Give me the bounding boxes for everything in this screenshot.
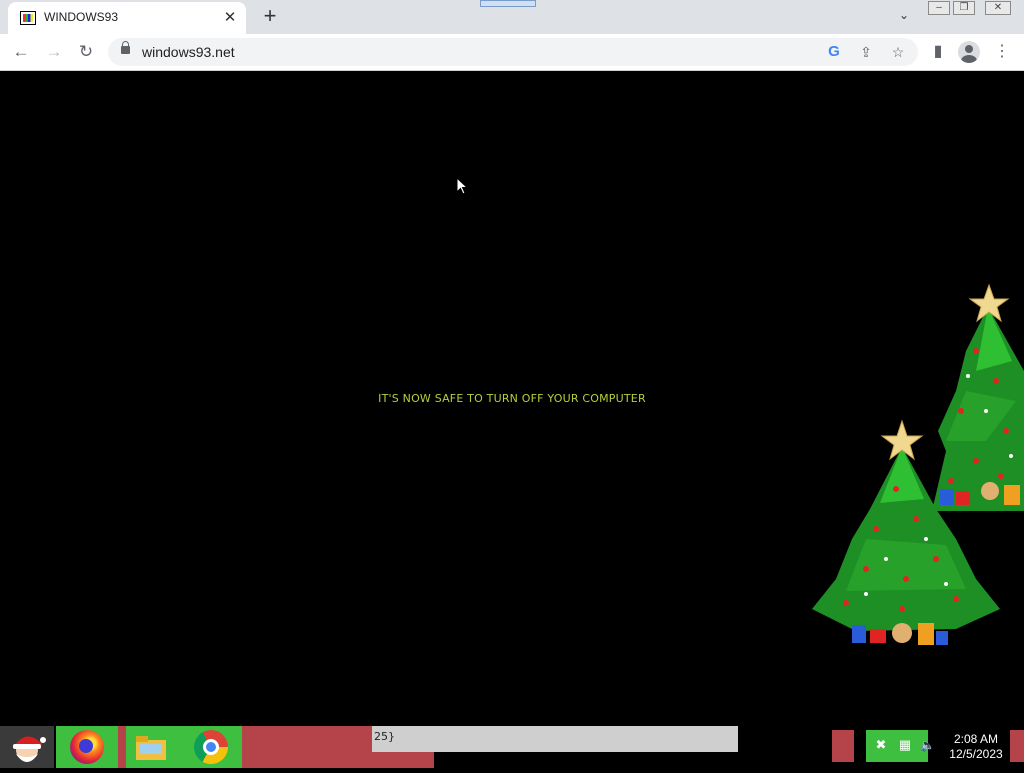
task-slot[interactable] (242, 726, 372, 768)
minimize-icon[interactable]: – (928, 1, 950, 15)
tab-close-icon[interactable]: ✕ (220, 8, 240, 28)
back-icon[interactable]: ← (9, 41, 33, 65)
menu-icon[interactable]: ⋮ (990, 40, 1014, 64)
clock-time[interactable]: 2:08 AM (948, 732, 1004, 746)
google-icon[interactable]: G (824, 42, 844, 62)
clock-date[interactable]: 12/5/2023 (948, 747, 1004, 761)
browser-tab-strip: WINDOWS93 ✕ + ⌄ – ❐ ✕ (0, 0, 1024, 34)
folder-icon[interactable] (134, 732, 168, 762)
forward-icon[interactable]: → (42, 41, 66, 65)
ticker-bar: 25} (372, 726, 738, 752)
mouse-cursor-icon (456, 177, 469, 195)
reload-icon[interactable]: ↻ (74, 41, 98, 65)
taskbar: 25} ✖ ▦ 🔈 2:08 AM 12/5/2023 (0, 726, 1024, 768)
task-separator (118, 726, 126, 768)
profile-icon[interactable] (958, 41, 980, 63)
close-window-icon[interactable]: ✕ (985, 1, 1011, 15)
tray-red-block[interactable] (832, 730, 854, 762)
bookmark-star-icon[interactable]: ☆ (888, 42, 908, 62)
system-tray: ✖ ▦ (866, 730, 928, 762)
chrome-icon[interactable] (194, 730, 228, 764)
ticker-text: 25} (374, 730, 395, 743)
browser-tab[interactable]: WINDOWS93 ✕ (8, 2, 246, 34)
show-desktop-button[interactable] (1010, 730, 1024, 762)
network-error-icon[interactable]: ✖ (872, 736, 890, 754)
new-tab-button[interactable]: + (258, 5, 282, 29)
share-icon[interactable]: ⇪ (856, 42, 876, 62)
browser-toolbar: ← → ↻ windows93.net G ⇪ ☆ ▮ ⋮ (0, 34, 1024, 71)
santa-icon[interactable] (0, 726, 54, 768)
task-slot-lower[interactable] (372, 752, 434, 768)
lock-icon[interactable] (121, 41, 130, 54)
side-panel-icon[interactable]: ▮ (926, 40, 950, 64)
url-text[interactable]: windows93.net (142, 44, 235, 60)
windows93-flag-icon (20, 11, 36, 25)
page-content: IT'S NOW SAFE TO TURN OFF YOUR COMPUTER (0, 71, 1024, 726)
volume-icon[interactable]: 🔈 (920, 738, 935, 752)
address-bar[interactable]: windows93.net G ⇪ ☆ (108, 38, 918, 66)
christmas-tree-front (812, 419, 1000, 645)
firefox-icon[interactable] (70, 730, 104, 764)
restore-icon[interactable]: ❐ (953, 1, 975, 15)
tab-title: WINDOWS93 (44, 10, 119, 24)
tab-search-icon[interactable]: ⌄ (894, 8, 914, 26)
window-drag-handle[interactable] (480, 0, 536, 7)
shutdown-message: IT'S NOW SAFE TO TURN OFF YOUR COMPUTER (378, 392, 646, 405)
network-icon[interactable]: ▦ (896, 736, 914, 754)
